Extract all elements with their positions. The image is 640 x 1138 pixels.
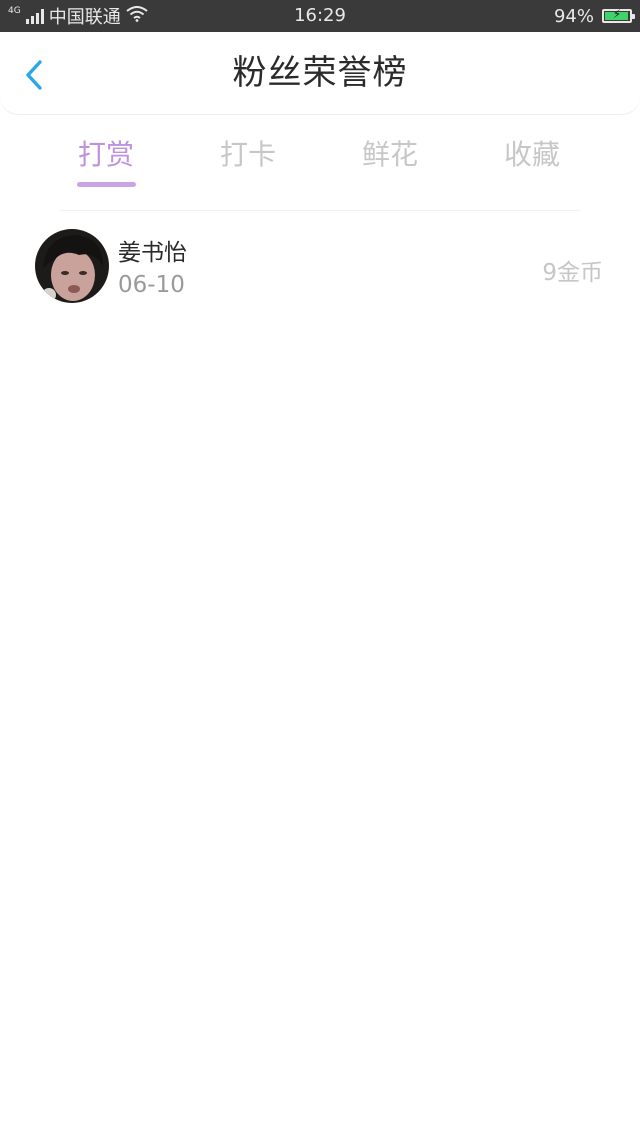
battery-percent: 94% xyxy=(553,5,594,27)
status-time: 16:29 xyxy=(294,5,346,26)
active-tab-indicator xyxy=(77,182,136,187)
tab-flowers[interactable]: 鲜花 xyxy=(319,130,461,190)
list-item[interactable]: 姜书怡 06-10 9金币 xyxy=(0,226,640,306)
avatar-image xyxy=(35,229,109,303)
user-avatar[interactable] xyxy=(35,229,109,303)
tab-bar: 打赏 打卡 鲜花 收藏 xyxy=(35,130,605,194)
divider xyxy=(60,210,580,211)
charging-icon: ⚡ xyxy=(612,7,622,21)
status-bar: 4G 中国联通 16:29 94% ⚡ xyxy=(0,0,640,32)
status-right: 94% ⚡ xyxy=(553,0,635,32)
page-title: 粉丝荣誉榜 xyxy=(232,53,408,93)
user-name: 姜书怡 xyxy=(118,240,187,266)
reward-date: 06-10 xyxy=(118,272,185,298)
tab-tip[interactable]: 打赏 xyxy=(35,130,177,190)
nav-header: 粉丝荣誉榜 xyxy=(0,32,640,114)
tab-favorites[interactable]: 收藏 xyxy=(461,130,603,190)
tab-checkin[interactable]: 打卡 xyxy=(177,130,319,190)
reward-amount: 9金币 xyxy=(542,260,603,286)
battery-icon: ⚡ xyxy=(602,7,635,23)
